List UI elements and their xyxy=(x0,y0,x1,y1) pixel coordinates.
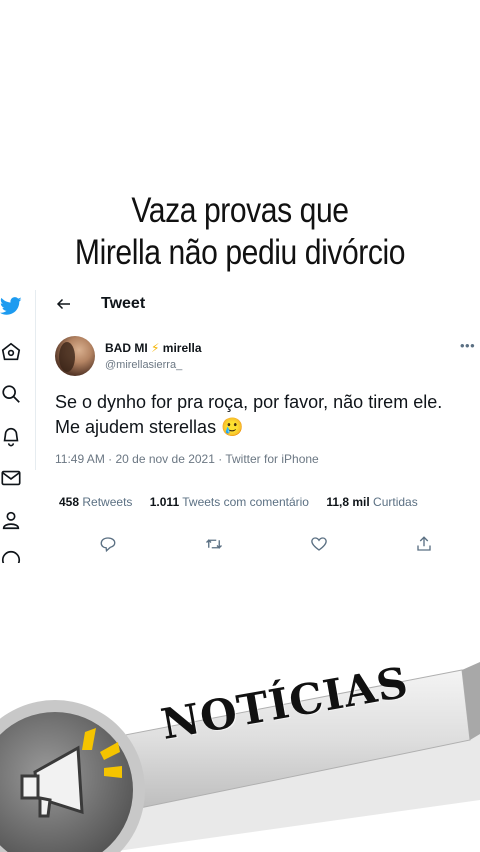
tweet-text: Se o dynho for pra roça, por favor, não … xyxy=(55,390,475,440)
tweet-stats: 458 Retweets 1.011 Tweets com comentário… xyxy=(59,495,418,509)
search-icon[interactable] xyxy=(0,383,22,405)
retweets-stat[interactable]: 458 Retweets xyxy=(59,495,132,509)
page-title: Tweet xyxy=(101,295,146,312)
tweet-text-line-2: Me ajudem sterellas xyxy=(55,417,217,437)
mail-icon[interactable] xyxy=(0,467,22,489)
lightning-emoji-icon: ⚡ xyxy=(151,341,160,355)
reply-icon[interactable] xyxy=(99,535,117,553)
headline-line-1: Vaza provas que xyxy=(131,191,349,230)
more-options-icon[interactable]: ••• xyxy=(460,338,475,353)
author-name-suffix: mirella xyxy=(162,341,202,355)
like-icon[interactable] xyxy=(310,535,328,553)
quotes-stat[interactable]: 1.011 Tweets com comentário xyxy=(150,495,309,509)
twitter-sidebar xyxy=(0,285,30,563)
author-display-name[interactable]: BAD MI ⚡ mirella xyxy=(105,341,202,355)
news-banner xyxy=(0,650,480,852)
likes-stat[interactable]: 11,8 mil Curtidas xyxy=(326,495,417,509)
likes-label: Curtidas xyxy=(373,495,418,509)
author-handle[interactable]: @mirellasierra_ xyxy=(105,359,182,371)
quotes-label: Tweets com comentário xyxy=(182,495,309,509)
news-banner-graphic xyxy=(0,662,480,852)
bell-icon[interactable] xyxy=(0,425,22,447)
more-icon[interactable] xyxy=(0,549,22,563)
retweets-count: 458 xyxy=(59,495,80,509)
likes-count: 11,8 mil xyxy=(326,495,370,509)
retweets-label: Retweets xyxy=(82,495,133,509)
twitter-bird-icon[interactable] xyxy=(0,295,22,317)
back-arrow-icon[interactable] xyxy=(55,295,73,313)
avatar[interactable] xyxy=(55,336,95,376)
headline-line-2: Mirella não pediu divórcio xyxy=(74,233,406,272)
tweet-text-line-1: Se o dynho for pra roça, por favor, não … xyxy=(55,392,443,412)
profile-icon[interactable] xyxy=(0,509,22,531)
retweet-icon[interactable] xyxy=(205,535,223,553)
tweet-timestamp[interactable]: 11:49 AM · 20 de nov de 2021 · Twitter f… xyxy=(55,452,319,466)
quotes-count: 1.011 xyxy=(149,495,180,509)
home-icon[interactable] xyxy=(0,341,22,363)
smiling-tear-emoji-icon: 🥲 xyxy=(221,417,244,437)
headline: Vaza provas que Mirella não pediu divórc… xyxy=(34,190,447,274)
share-icon[interactable] xyxy=(415,535,433,553)
sidebar-divider xyxy=(35,290,36,470)
author-name-main: BAD MI xyxy=(105,341,148,355)
